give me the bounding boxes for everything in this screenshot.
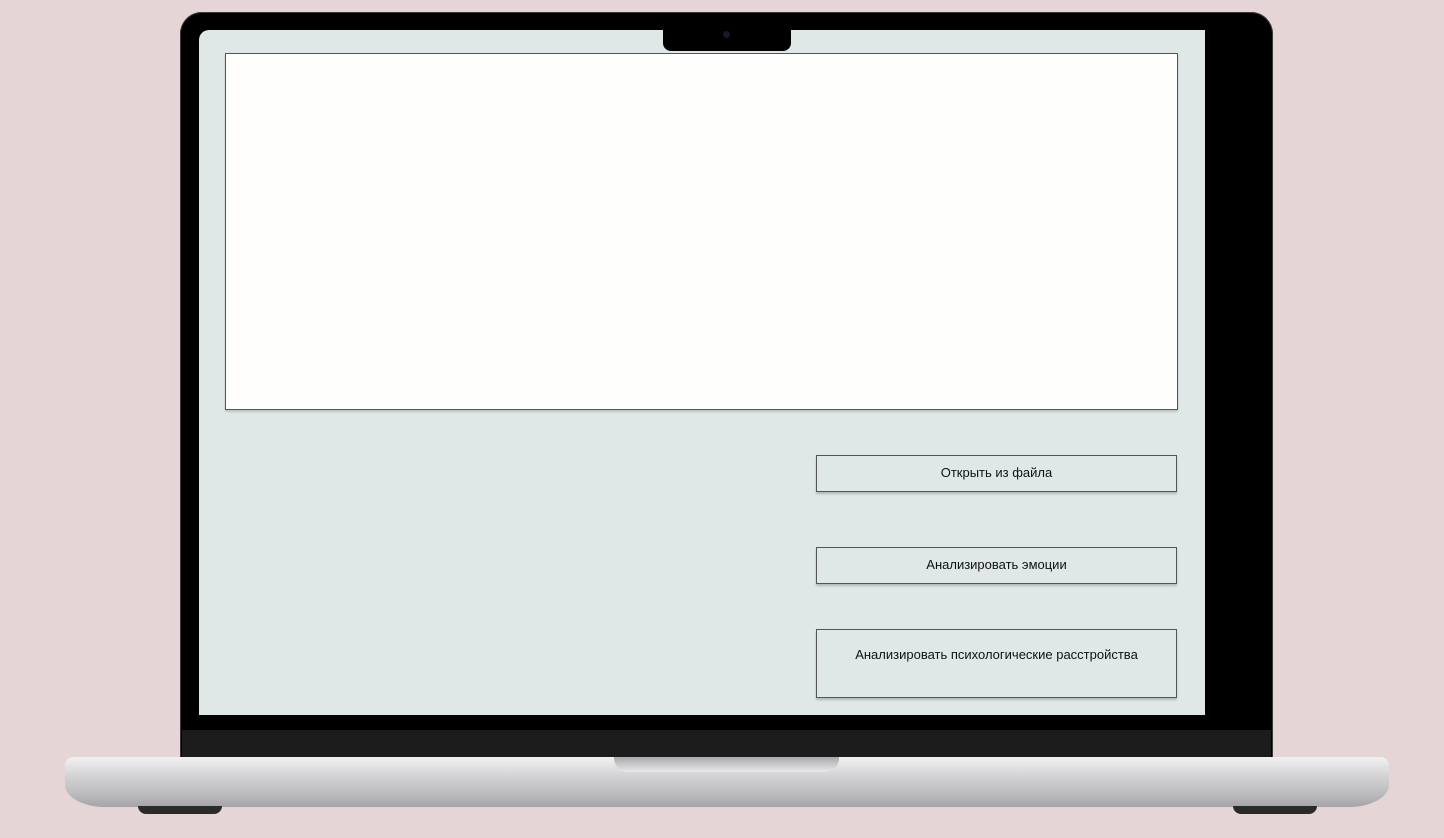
- app-window: Открыть из файла Анализировать эмоции Ан…: [199, 30, 1205, 715]
- analyze-disorders-button[interactable]: Анализировать психологические расстройст…: [816, 629, 1177, 698]
- text-input-area[interactable]: [225, 53, 1178, 410]
- open-file-button[interactable]: Открыть из файла: [816, 455, 1177, 492]
- analyze-emotions-button[interactable]: Анализировать эмоции: [816, 547, 1177, 584]
- laptop-hinge: [182, 730, 1271, 758]
- camera-icon: [723, 31, 730, 38]
- laptop-foot-left: [138, 806, 222, 814]
- camera-notch: [663, 29, 791, 51]
- laptop-opening-notch: [614, 757, 839, 772]
- laptop-foot-right: [1233, 806, 1317, 814]
